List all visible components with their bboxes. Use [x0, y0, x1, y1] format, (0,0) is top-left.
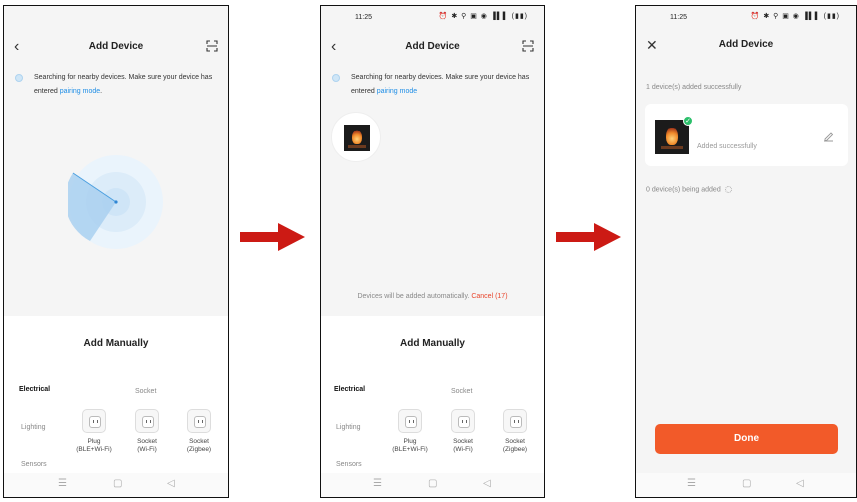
plug-icon — [82, 409, 106, 433]
device-name: Plug — [403, 438, 417, 445]
device-thumbnail — [344, 125, 370, 151]
status-bar: 11:25 ⏰ ✱ ⚲ ▣ ◉ ▐▌▌ (▮▮) — [636, 6, 856, 26]
device-name: Socket — [505, 438, 525, 445]
category-sensors[interactable]: Sensors — [336, 461, 362, 468]
being-added-text: 0 device(s) being added — [646, 186, 721, 194]
device-status: Added successfully — [697, 143, 757, 150]
loading-spinner-icon — [724, 186, 732, 193]
auto-add-text: Devices will be added automatically. — [357, 293, 470, 300]
add-manually-title: Add Manually — [83, 338, 149, 349]
system-navigation-bar: ☰ ▢ ◁ — [636, 473, 856, 497]
period: . — [100, 88, 103, 95]
socket-section-heading: Socket — [135, 388, 157, 395]
page-title: Add Device — [88, 41, 144, 52]
device-socket-wifi[interactable]: Socket (Wi-Fi) — [125, 409, 169, 454]
status-icons: ⏰ ✱ ⚲ ▣ ◉ ▐▌▌ (▮▮) — [750, 13, 840, 20]
device-plug-ble-wifi[interactable]: Plug (BLE+Wi-Fi) — [72, 409, 116, 454]
home-nav-icon[interactable]: ▢ — [113, 478, 122, 489]
added-device-card[interactable]: ✓ Added successfully — [645, 104, 848, 166]
device-socket-zigbee[interactable]: Socket (Zigbee) — [493, 409, 537, 454]
navbar: ✕ Add Device — [636, 34, 856, 56]
scan-icon[interactable] — [206, 40, 218, 52]
searching-spinner-icon — [332, 74, 340, 82]
being-added-status: 0 device(s) being added — [646, 186, 732, 193]
category-lighting[interactable]: Lighting — [336, 424, 361, 431]
check-icon: ✓ — [683, 116, 693, 126]
socket-icon — [451, 409, 475, 433]
found-device-bubble[interactable] — [331, 112, 381, 162]
device-socket-zigbee[interactable]: Socket (Zigbee) — [177, 409, 221, 454]
searching-message: Searching for nearby devices. Make sure … — [332, 71, 534, 99]
status-icons: ⏰ ✱ ⚲ ▣ ◉ ▐▌▌ (▮▮) — [438, 13, 528, 20]
back-nav-icon[interactable]: ◁ — [483, 478, 491, 489]
device-plug-ble-wifi[interactable]: Plug (BLE+Wi-Fi) — [388, 409, 432, 454]
pairing-mode-link[interactable]: pairing mode — [377, 88, 417, 95]
menu-nav-icon[interactable]: ☰ — [373, 478, 382, 489]
plug-icon — [398, 409, 422, 433]
navbar: ‹ Add Device — [4, 36, 228, 58]
right-arrow-icon — [556, 223, 621, 251]
page-title: Add Device — [405, 41, 460, 52]
done-button[interactable]: Done — [655, 424, 838, 454]
edit-pencil-icon[interactable] — [823, 131, 834, 142]
pairing-mode-link[interactable]: pairing mode — [60, 88, 100, 95]
page-title: Add Device — [718, 39, 774, 50]
category-lighting[interactable]: Lighting — [21, 424, 46, 431]
device-protocol: (Wi-Fi) — [453, 446, 473, 453]
device-protocol: (BLE+Wi-Fi) — [392, 446, 428, 453]
device-name: Socket — [189, 438, 209, 445]
device-socket-wifi[interactable]: Socket (Wi-Fi) — [441, 409, 485, 454]
socket-icon — [187, 409, 211, 433]
add-manually-panel: Add Manually Electrical Lighting Sensors… — [4, 316, 228, 473]
device-name: Socket — [453, 438, 473, 445]
device-thumbnail — [655, 120, 689, 154]
category-electrical[interactable]: Electrical — [19, 386, 50, 393]
device-protocol: (Zigbee) — [502, 446, 528, 453]
device-name: Plug — [87, 438, 101, 445]
device-protocol: (Wi-Fi) — [137, 446, 157, 453]
device-protocol: (Zigbee) — [186, 446, 212, 453]
menu-nav-icon[interactable]: ☰ — [58, 478, 67, 489]
back-nav-icon[interactable]: ◁ — [796, 478, 804, 489]
navbar: ‹ Add Device — [321, 36, 544, 58]
socket-icon — [135, 409, 159, 433]
add-manually-title: Add Manually — [399, 338, 465, 349]
home-nav-icon[interactable]: ▢ — [742, 478, 751, 489]
phone-screen-added: 11:25 ⏰ ✱ ⚲ ▣ ◉ ▐▌▌ (▮▮) ✕ Add Device 1 … — [635, 5, 857, 498]
searching-spinner-icon — [15, 74, 23, 82]
back-nav-icon[interactable]: ◁ — [167, 478, 175, 489]
status-bar: 11:25 ⏰ ✱ ⚲ ▣ ◉ ▐▌▌ (▮▮) — [321, 6, 544, 26]
scan-icon[interactable] — [522, 40, 534, 52]
socket-icon — [503, 409, 527, 433]
cancel-countdown-link[interactable]: Cancel (17) — [471, 293, 507, 300]
phone-screen-searching: ‹ Add Device Searching for nearby device… — [3, 5, 229, 498]
status-time: 11:25 — [670, 14, 687, 21]
status-time: 11:25 — [355, 14, 372, 21]
add-manually-panel: Add Manually Electrical Lighting Sensors… — [321, 316, 544, 473]
category-sensors[interactable]: Sensors — [21, 461, 47, 468]
phone-screen-device-found: 11:25 ⏰ ✱ ⚲ ▣ ◉ ▐▌▌ (▮▮) ‹ Add Device Se… — [320, 5, 545, 498]
category-electrical[interactable]: Electrical — [334, 386, 365, 393]
menu-nav-icon[interactable]: ☰ — [687, 478, 696, 489]
system-navigation-bar: ☰ ▢ ◁ — [4, 473, 228, 497]
radar-scan-animation — [68, 155, 163, 249]
right-arrow-icon — [240, 223, 305, 251]
system-navigation-bar: ☰ ▢ ◁ — [321, 473, 544, 497]
auto-add-notice: Devices will be added automatically. Can… — [321, 293, 544, 300]
searching-message: Searching for nearby devices. Make sure … — [15, 71, 218, 99]
device-image — [655, 120, 689, 154]
device-protocol: (BLE+Wi-Fi) — [76, 446, 112, 453]
home-nav-icon[interactable]: ▢ — [428, 478, 437, 489]
socket-section-heading: Socket — [451, 388, 473, 395]
added-count-text: 1 device(s) added successfully — [646, 84, 742, 91]
device-name: Socket — [137, 438, 157, 445]
